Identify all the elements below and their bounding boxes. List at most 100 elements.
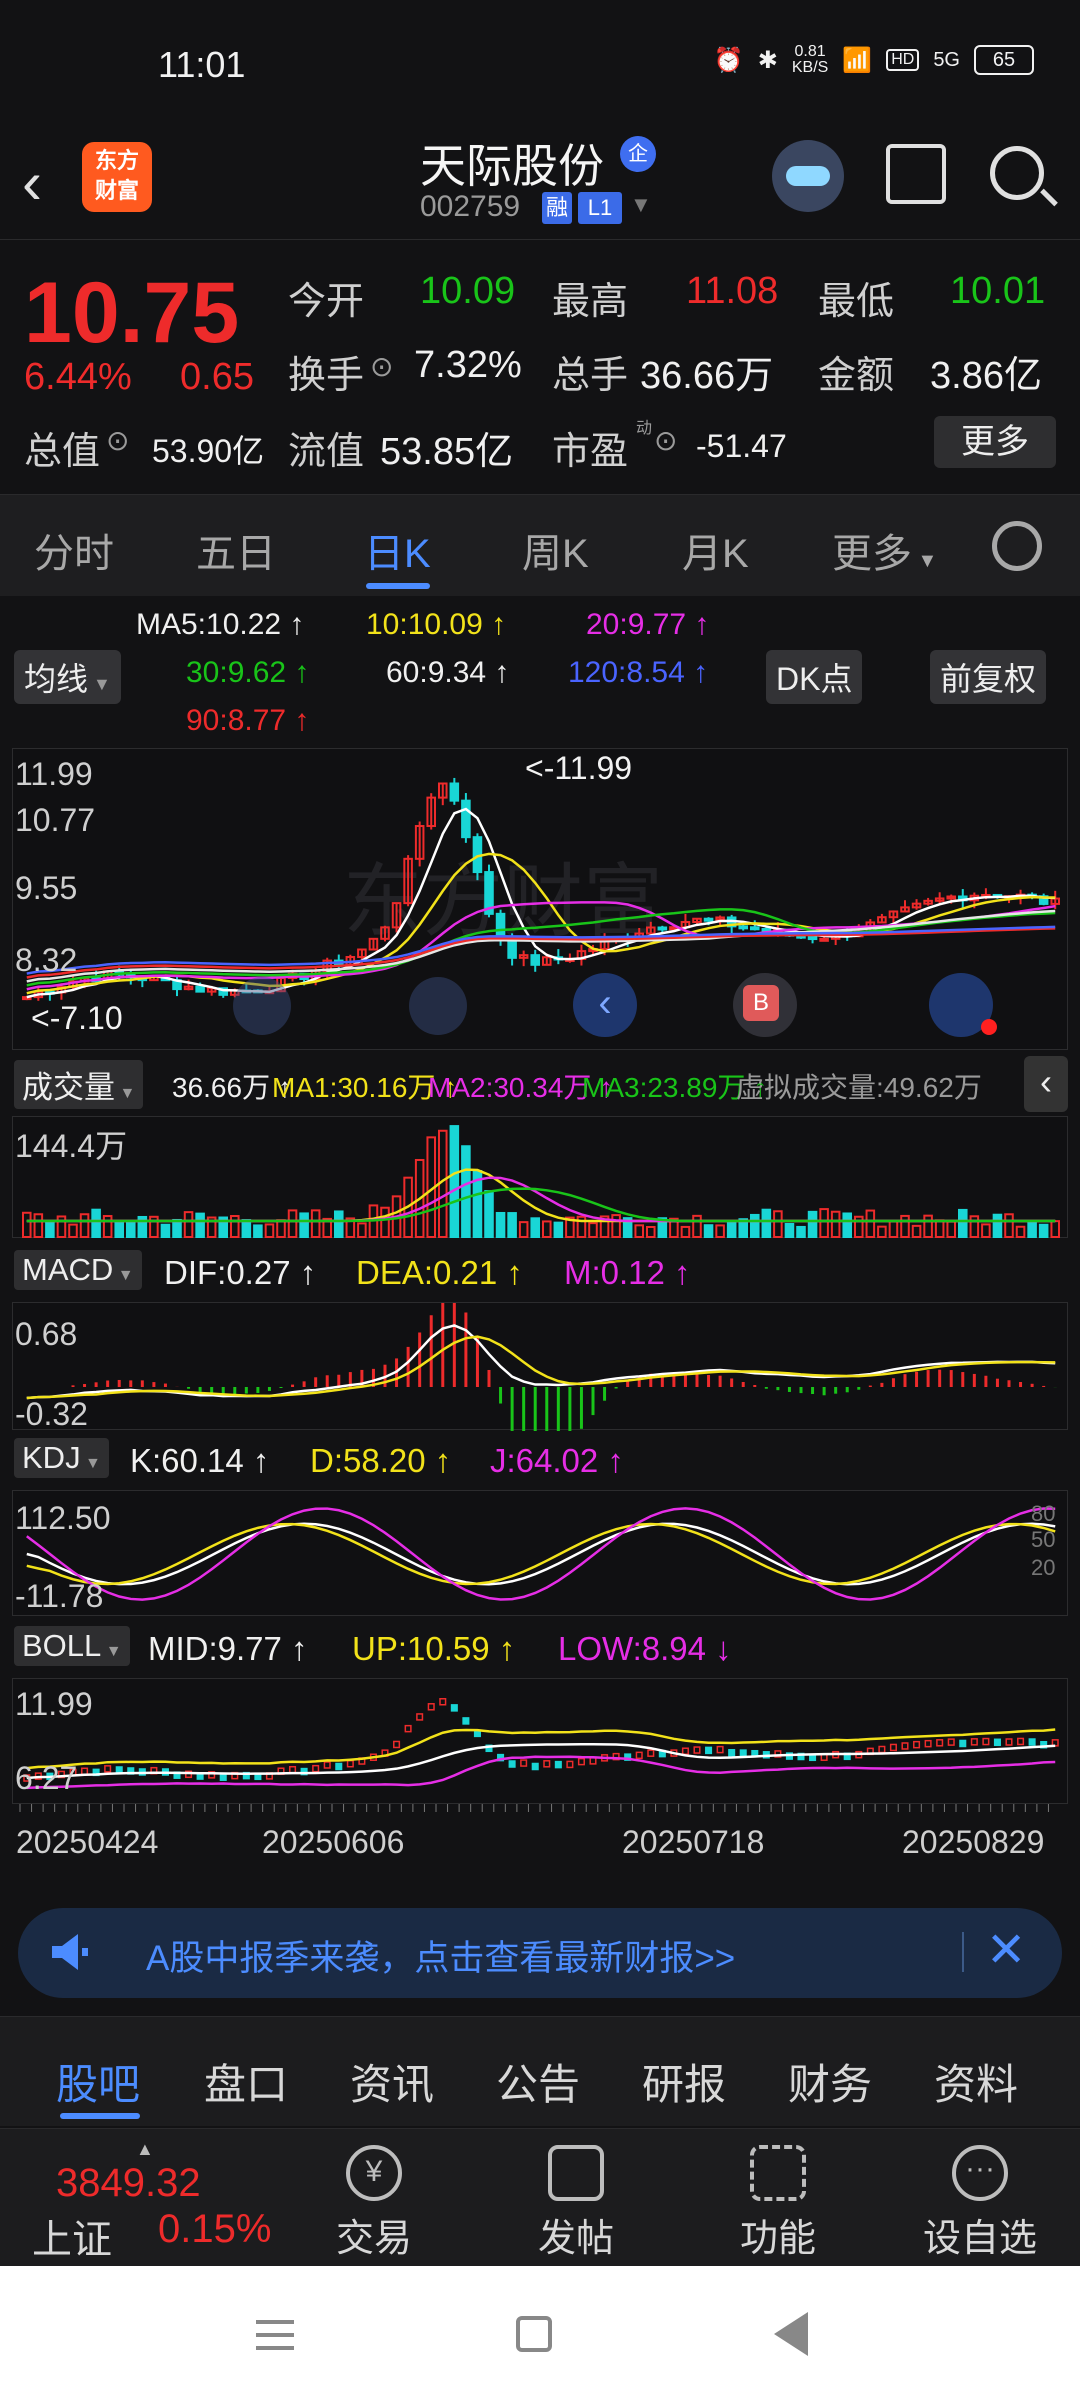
volume-selector[interactable]: 成交量 ▼ (14, 1060, 144, 1109)
volume-bar (588, 1222, 598, 1238)
tab-research[interactable]: 研报 (642, 2051, 726, 2112)
boll-selector[interactable]: BOLL ▼ (14, 1626, 130, 1666)
volume-bar (530, 1217, 541, 1238)
volume-bar (495, 1211, 506, 1238)
index-ticker[interactable]: ▲ 3849.32 上证 0.15% (20, 2139, 280, 2262)
kline-chart[interactable]: 东方财富 11.99 10.77 9.55 8.32 <-11.99 <-7.1… (12, 748, 1068, 1050)
low-label: 最低 (818, 281, 895, 323)
menu-icon[interactable] (256, 2320, 294, 2350)
open-value: 10.09 (420, 270, 516, 312)
volume-bar (703, 1224, 714, 1238)
candle-body (461, 799, 471, 839)
battery-icon: 65 (974, 45, 1034, 75)
buy-point-marker[interactable]: B (743, 985, 779, 1021)
more-button[interactable]: 更多 (934, 416, 1056, 468)
info-icon[interactable]: ⊙ (370, 350, 393, 383)
volume-chart[interactable]: 144.4万 (12, 1116, 1068, 1239)
boll-chart[interactable]: 11.99 6.27 (12, 1678, 1068, 1804)
grid-icon (750, 2145, 806, 2201)
zoom-in-icon[interactable] (409, 977, 467, 1035)
system-nav-bar (0, 2266, 1080, 2400)
open-label: 今开 (288, 281, 365, 323)
date-label-1: 20250424 (16, 1824, 159, 1860)
search-icon[interactable] (990, 146, 1044, 200)
tab-weekly-k[interactable]: 周K (522, 521, 589, 579)
banner-text[interactable]: A股中报季来袭，点击查看最新财报>> (146, 1930, 735, 1981)
boll-candle (335, 1762, 343, 1771)
volume-bar (183, 1211, 194, 1239)
volume-bar (45, 1221, 55, 1239)
macd-selector[interactable]: MACD ▼ (14, 1250, 142, 1290)
tab-announcements[interactable]: 公告 (496, 2051, 580, 2112)
chevron-down-icon[interactable]: ▼ (630, 192, 652, 218)
boll-candle (508, 1760, 516, 1768)
banner-divider (962, 1932, 964, 1972)
macd-y-top: 0.68 (15, 1316, 77, 1352)
period-tabs: 分时 五日 日K 周K 月K 更多 ▼ (0, 494, 1080, 596)
kdj-svg: 112.50 -11.78 80 50 20 (15, 1500, 1056, 1614)
tab-monthly-k[interactable]: 月K (682, 521, 749, 579)
volume-bar (253, 1224, 263, 1239)
gear-icon[interactable] (992, 521, 1042, 571)
volume-bar (357, 1222, 367, 1238)
boll-low: LOW:8.94 ↓ (558, 1630, 732, 1667)
boll-candle (289, 1765, 297, 1774)
tab-forum[interactable]: 股吧 (56, 2051, 140, 2112)
candle-body (703, 917, 714, 922)
tab-daily-k[interactable]: 日K (364, 521, 431, 579)
info-icon[interactable]: ⊙ (106, 424, 129, 457)
volume-bar (553, 1221, 564, 1239)
date-label-3: 20250718 (622, 1824, 765, 1860)
stock-code[interactable]: 002759 (420, 190, 520, 224)
date-label-4: 20250829 (902, 1824, 1045, 1860)
add-watchlist-button[interactable]: ··· 设自选 (900, 2133, 1060, 2262)
volume-bar (334, 1210, 344, 1239)
level1-tag[interactable]: L1 (578, 192, 622, 224)
announcement-banner[interactable]: A股中报季来袭，点击查看最新财报>> ✕ (18, 1908, 1062, 1998)
adjust-button[interactable]: 前复权 (930, 650, 1047, 704)
pe-superscript: 动 (636, 420, 653, 437)
info-icon[interactable]: ⊙ (654, 424, 677, 457)
tab-intraday[interactable]: 分时 (34, 521, 114, 579)
robot-assistant-icon[interactable] (772, 140, 844, 212)
back-nav-icon[interactable] (774, 2312, 808, 2356)
volume-bar (842, 1212, 853, 1239)
index-pct: 0.15% (158, 2207, 272, 2251)
ma20-value: 20:9.77 ↑ (586, 608, 710, 641)
tab-profile[interactable]: 资料 (934, 2051, 1018, 2112)
close-icon[interactable]: ✕ (986, 1922, 1026, 1978)
volume-bar (923, 1214, 933, 1239)
kdj-selector[interactable]: KDJ ▼ (14, 1438, 109, 1478)
tab-more[interactable]: 更多 ▼ (832, 521, 937, 579)
share-icon[interactable] (886, 144, 946, 204)
post-button[interactable]: 发帖 (496, 2133, 656, 2262)
functions-button[interactable]: 功能 (698, 2133, 858, 2262)
volume-bar (946, 1220, 957, 1238)
dk-point-button[interactable]: DK点 (766, 650, 863, 704)
app-logo[interactable]: 东方 财富 (82, 142, 152, 212)
trade-button[interactable]: ¥ 交易 (294, 2133, 454, 2262)
tab-five-day[interactable]: 五日 (196, 521, 276, 579)
kdj-line (26, 1522, 1056, 1586)
volume-ma-line (26, 1176, 1056, 1223)
tab-finance[interactable]: 财务 (788, 2051, 872, 2112)
back-icon[interactable]: ‹ (22, 148, 42, 217)
kdj-chart[interactable]: 112.50 -11.78 80 50 20 (12, 1490, 1068, 1616)
scroll-left-icon[interactable] (233, 977, 291, 1035)
volume-bar (634, 1224, 645, 1239)
boll-candle (81, 1767, 89, 1776)
tab-news[interactable]: 资讯 (350, 2051, 434, 2112)
volume-bar (507, 1212, 517, 1238)
tab-order-book[interactable]: 盘口 (204, 2051, 288, 2112)
alarm-icon: ⏰ (713, 46, 744, 74)
macd-chart[interactable]: 0.68 -0.32 (12, 1302, 1068, 1431)
date-axis-ticks (12, 1804, 1068, 1818)
collapse-panel-icon[interactable]: ‹ (1024, 1056, 1068, 1112)
ma-selector[interactable]: 均线 ▼ (14, 650, 121, 704)
stock-name[interactable]: 天际股份 (420, 130, 604, 196)
home-icon[interactable] (516, 2316, 552, 2352)
chevron-left-icon[interactable]: ‹ (573, 973, 637, 1037)
edit-icon (548, 2145, 604, 2201)
volume-bar (680, 1225, 691, 1238)
volume-bar (1050, 1220, 1061, 1239)
